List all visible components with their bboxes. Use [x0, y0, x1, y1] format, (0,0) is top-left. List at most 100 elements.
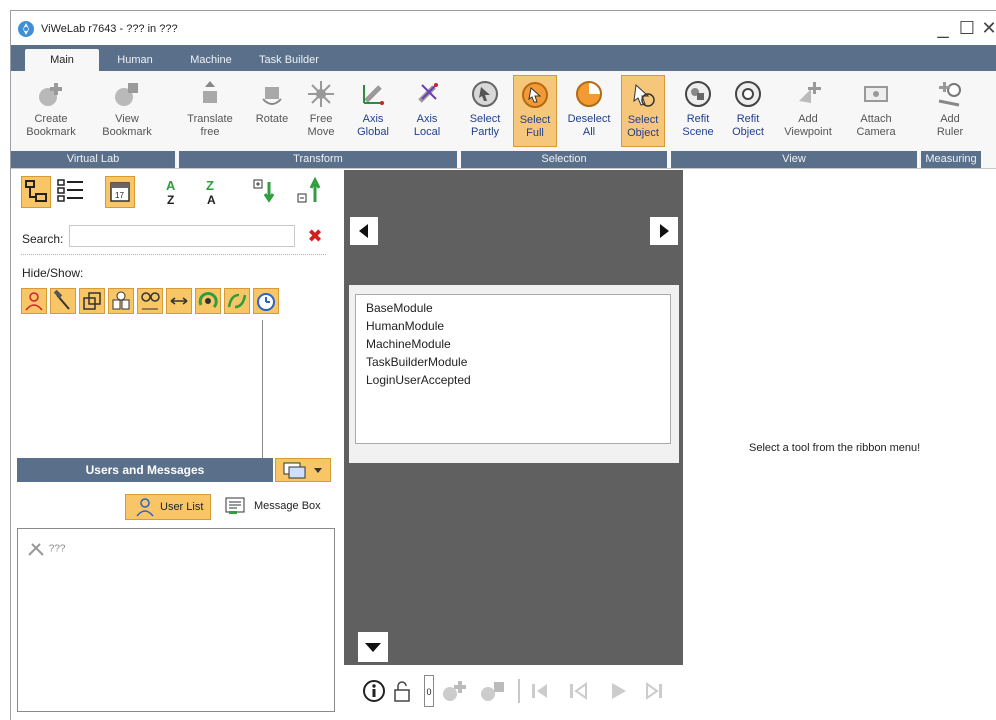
- scroll-right-button[interactable]: [650, 217, 678, 245]
- attach-camera-button[interactable]: Attach Camera: [847, 75, 905, 147]
- toggle-time-button[interactable]: [253, 288, 279, 314]
- toggle-rotation-button[interactable]: [195, 288, 221, 314]
- message-box-button[interactable]: Message Box: [219, 494, 329, 520]
- list-item[interactable]: ???: [26, 541, 65, 557]
- tab-task-builder[interactable]: Task Builder: [253, 49, 325, 71]
- title-bar: ViWeLab r7643 - ??? in ??? _ ☐ ✕: [11, 11, 996, 45]
- counter-field[interactable]: 0: [424, 675, 434, 707]
- user-list-button[interactable]: User List: [125, 494, 211, 520]
- ruler-icon: [170, 297, 188, 305]
- playback-toolbar: 0: [344, 665, 683, 720]
- refit-object-button[interactable]: Refit Object: [725, 75, 771, 147]
- view-bookmark-icon: [115, 83, 138, 106]
- search-input[interactable]: [69, 225, 295, 247]
- toggle-humans-button[interactable]: [21, 288, 47, 314]
- module-item[interactable]: LoginUserAccepted: [366, 371, 660, 389]
- toggle-objects-button[interactable]: [108, 288, 134, 314]
- scroll-down-button[interactable]: [358, 632, 388, 662]
- minimize-button[interactable]: _: [931, 17, 955, 41]
- ribbon-group-measuring: Measuring: [921, 151, 981, 168]
- ribbon-group-view: View: [671, 151, 917, 168]
- list-view-button[interactable]: [55, 176, 85, 208]
- toggle-rulers-button[interactable]: [166, 288, 192, 314]
- ribbon-group-transform: Transform: [179, 151, 457, 168]
- svg-text:Z: Z: [206, 178, 214, 193]
- scroll-left-button[interactable]: [350, 217, 378, 245]
- tab-main[interactable]: Main: [25, 49, 99, 71]
- select-partly-button[interactable]: Select Partly: [463, 75, 507, 147]
- user-list: ???: [17, 528, 335, 712]
- expand-all-button[interactable]: [251, 176, 281, 208]
- toggle-viewpoints-button[interactable]: [137, 288, 163, 314]
- step-back-icon[interactable]: [566, 679, 590, 703]
- empty-state-hint: Select a tool from the ribbon menu!: [749, 442, 921, 454]
- module-item[interactable]: MachineModule: [366, 335, 660, 353]
- free-move-button[interactable]: Free Move: [301, 75, 341, 147]
- workspace-panel: Select a tool from the ribbon menu!: [683, 170, 996, 720]
- clear-search-icon[interactable]: ✖: [305, 226, 325, 246]
- svg-text:A: A: [166, 178, 176, 193]
- skip-end-icon[interactable]: [642, 679, 666, 703]
- close-button[interactable]: ✕: [977, 17, 996, 41]
- remove-item-icon[interactable]: [478, 679, 510, 703]
- svg-text:Z: Z: [167, 193, 174, 206]
- view-bookmark-button[interactable]: View Bookmark: [91, 75, 163, 147]
- message-box-icon: [225, 497, 245, 514]
- refit-scene-button[interactable]: Refit Scene: [675, 75, 721, 147]
- maximize-button[interactable]: ☐: [955, 17, 979, 41]
- skip-start-icon[interactable]: [528, 679, 552, 703]
- select-partly-icon: [472, 81, 498, 107]
- separator: [21, 254, 326, 255]
- human-icon: [25, 292, 43, 311]
- select-full-button[interactable]: Select Full: [513, 75, 557, 147]
- deselect-all-button[interactable]: Deselect All: [563, 75, 615, 147]
- expand-all-icon: [253, 179, 275, 203]
- axis-global-button[interactable]: Axis Global: [351, 75, 395, 147]
- tab-machine[interactable]: Machine: [181, 49, 241, 71]
- calendar-icon: 17: [110, 182, 130, 202]
- create-bookmark-button[interactable]: Create Bookmark: [15, 75, 87, 147]
- select-object-button[interactable]: Select Object: [621, 75, 665, 147]
- play-icon[interactable]: [606, 679, 630, 703]
- module-item[interactable]: BaseModule: [366, 299, 660, 317]
- axis-local-button[interactable]: Axis Local: [405, 75, 449, 147]
- sort-by-date-button[interactable]: 17: [105, 176, 135, 208]
- sort-za-button[interactable]: ZA: [197, 176, 227, 208]
- tab-human[interactable]: Human: [107, 49, 163, 71]
- separator: [518, 679, 520, 703]
- ribbon-group-virtual-lab: Virtual Lab: [11, 151, 175, 168]
- add-item-icon[interactable]: [440, 679, 472, 703]
- app-logo-icon: [18, 21, 34, 37]
- triangle-down-icon: [365, 643, 381, 652]
- motion-icon: [227, 293, 247, 309]
- users-messages-header: Users and Messages: [17, 458, 273, 482]
- info-icon[interactable]: [362, 679, 386, 703]
- clock-icon: [257, 293, 275, 311]
- module-item[interactable]: TaskBuilderModule: [366, 353, 660, 371]
- add-viewpoint-button[interactable]: Add Viewpoint: [779, 75, 837, 147]
- toggle-shapes-button[interactable]: [79, 288, 105, 314]
- triangle-right-icon: [660, 224, 669, 238]
- sort-az-icon: AZ: [166, 178, 176, 207]
- module-item[interactable]: HumanModule: [366, 317, 660, 335]
- rotate-icon: [262, 87, 282, 105]
- messages-dropdown[interactable]: [275, 458, 331, 482]
- add-ruler-icon: [938, 82, 961, 107]
- rotation-icon: [198, 292, 218, 309]
- svg-text:17: 17: [115, 191, 124, 200]
- create-bookmark-icon: [39, 83, 62, 106]
- collapse-all-button[interactable]: [295, 176, 325, 208]
- toggle-motion-button[interactable]: [224, 288, 250, 314]
- lock-icon[interactable]: [392, 679, 412, 703]
- tree-view-button[interactable]: [21, 176, 51, 208]
- refit-scene-icon: [685, 81, 711, 107]
- translate-free-button[interactable]: Translate free: [183, 75, 237, 147]
- add-ruler-button[interactable]: Add Ruler: [927, 75, 973, 147]
- sort-az-button[interactable]: AZ: [157, 176, 187, 208]
- add-viewpoint-icon: [799, 82, 821, 103]
- toggle-tools-button[interactable]: [50, 288, 76, 314]
- rotate-button[interactable]: Rotate: [247, 75, 297, 147]
- hammer-icon: [53, 289, 70, 310]
- module-list[interactable]: BaseModule HumanModule MachineModule Tas…: [355, 294, 671, 444]
- axis-local-icon: [418, 83, 438, 103]
